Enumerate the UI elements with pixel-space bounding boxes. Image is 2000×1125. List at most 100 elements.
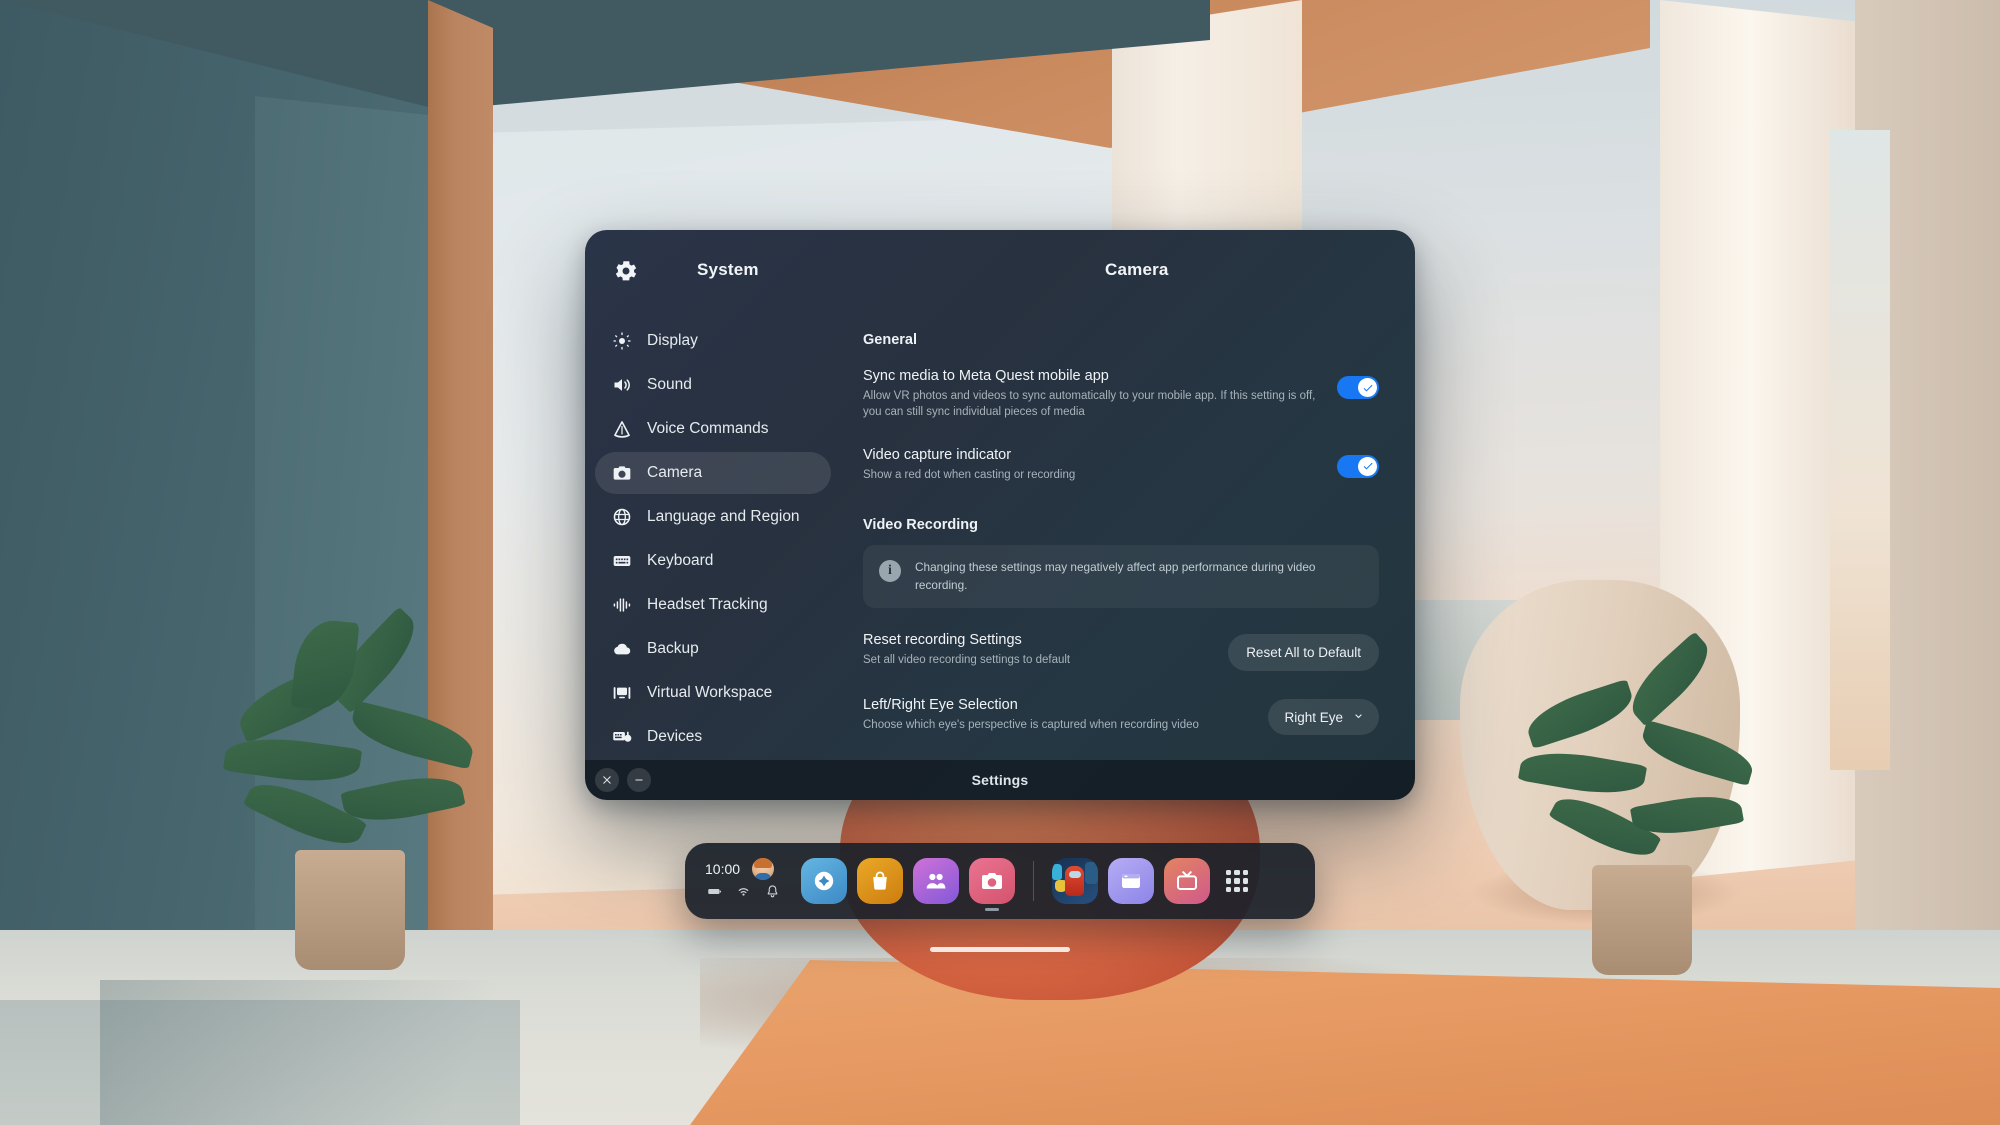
window-footer: Settings: [585, 760, 1415, 800]
section-title-general: General: [863, 332, 917, 348]
setting-text: Reset recording Settings Set all video r…: [863, 632, 1210, 668]
taskbar-dock: 10:00: [685, 843, 1315, 919]
dock-app-explore[interactable]: [801, 858, 847, 904]
dock-status-area: 10:00: [701, 858, 801, 904]
home-indicator-bar[interactable]: [930, 947, 1070, 952]
sidebar-item-backup[interactable]: Backup: [595, 628, 831, 670]
rug: [690, 960, 2000, 1125]
game-char-cyan: [1052, 864, 1062, 880]
cloud-icon: [611, 638, 633, 660]
sidebar-item-virtual-workspace[interactable]: Virtual Workspace: [595, 672, 831, 714]
video-capture-indicator-toggle[interactable]: [1337, 454, 1379, 478]
voice-triangle-icon: [611, 418, 633, 440]
setting-description: Set all video recording settings to defa…: [863, 654, 1071, 667]
sidebar-item-devices[interactable]: Devices: [595, 716, 831, 758]
sidebar-item-display[interactable]: Display: [595, 320, 831, 362]
setting-title: Sync media to Meta Quest mobile app: [863, 368, 1109, 384]
waveform-icon: [611, 594, 633, 616]
minimize-icon[interactable]: [627, 768, 651, 792]
sidebar-item-label: Display: [647, 332, 698, 349]
grid-icon[interactable]: [1216, 860, 1258, 902]
eye-selection-dropdown[interactable]: Right Eye: [1268, 699, 1379, 736]
devices-icon: [611, 726, 633, 748]
info-banner: i Changing these settings may negatively…: [863, 544, 1379, 609]
sidebar-item-voice-commands[interactable]: Voice Commands: [595, 408, 831, 450]
chevron-down-icon: [1352, 709, 1365, 725]
window-header: System Camera: [585, 230, 1415, 308]
dock-app-list: [801, 858, 1210, 911]
section-title-video-recording: Video Recording: [863, 516, 978, 533]
dock-status-icons: [705, 884, 801, 904]
sidebar-item-label: Headset Tracking: [647, 596, 768, 613]
dock-app-game[interactable]: [1052, 858, 1098, 904]
sidebar-item-headset-tracking[interactable]: Headset Tracking: [595, 584, 831, 626]
setting-title: Left/Right Eye Selection: [863, 697, 1018, 714]
game-char-visor: [1069, 871, 1081, 878]
monitor-icon: [611, 682, 633, 704]
dock-divider: [1033, 861, 1034, 901]
plant-right: [1517, 631, 1770, 980]
info-banner-text: Changing these settings may negatively a…: [915, 559, 1316, 592]
dock-clock: 10:00: [705, 861, 741, 877]
close-icon[interactable]: [595, 768, 619, 792]
sidebar-item-label: Camera: [647, 464, 703, 481]
setting-text: Left/Right Eye Selection Choose which ey…: [863, 697, 1250, 733]
speaker-icon: [611, 374, 633, 396]
setting-row-reset-recording: Reset recording Settings Set all video r…: [863, 632, 1379, 672]
info-icon: i: [879, 559, 901, 582]
sync-media-toggle[interactable]: [1337, 376, 1379, 399]
wifi-icon[interactable]: [736, 884, 751, 904]
settings-window: System Camera Display Sound Voice Comman…: [585, 230, 1415, 800]
setting-text: Video capture indicator Show a red dot w…: [863, 447, 1319, 483]
window-body: Display Sound Voice Commands Camera Lang…: [585, 308, 1415, 760]
window-right: [1830, 130, 1890, 770]
dock-app-tv[interactable]: [1164, 858, 1210, 904]
toggle-knob-check-icon: [1358, 456, 1377, 476]
settings-content: General Sync media to Meta Quest mobile …: [841, 308, 1415, 760]
plant-left: [222, 606, 485, 980]
page-title: Camera: [1105, 260, 1169, 279]
sidebar-item-label: Devices: [647, 728, 703, 745]
sidebar-item-language-and-region[interactable]: Language and Region: [595, 496, 831, 538]
setting-description: Choose which eye's perspective is captur…: [863, 719, 1199, 732]
dock-app-store[interactable]: [857, 858, 903, 904]
setting-row-eye-selection: Left/Right Eye Selection Choose which ey…: [863, 697, 1379, 736]
window-footer-title: Settings: [971, 772, 1029, 788]
brightness-icon: [611, 330, 633, 352]
setting-row-video-capture-indicator: Video capture indicator Show a red dot w…: [863, 447, 1379, 483]
setting-row-sync-media: Sync media to Meta Quest mobile app Allo…: [863, 368, 1379, 421]
bell-icon[interactable]: [765, 884, 780, 904]
dock-app-browser[interactable]: [1108, 858, 1154, 904]
reset-all-to-default-button[interactable]: Reset All to Default: [1228, 634, 1379, 672]
sidebar-item-sound[interactable]: Sound: [595, 364, 831, 406]
globe-icon: [611, 506, 633, 528]
sidebar-item-camera[interactable]: Camera: [595, 452, 831, 494]
dock-app-camera[interactable]: [969, 858, 1015, 911]
sidebar-item-keyboard[interactable]: Keyboard: [595, 540, 831, 582]
game-bg-panel: [1085, 862, 1098, 884]
gear-icon: [613, 258, 639, 284]
camera-icon: [611, 462, 633, 484]
floor-shadow-left: [100, 980, 620, 1125]
keyboard-icon: [611, 550, 633, 572]
sidebar-item-label: Voice Commands: [647, 420, 769, 437]
eye-selection-value: Right Eye: [1284, 709, 1343, 725]
app-running-indicator: [985, 908, 999, 911]
sidebar-item-label: Keyboard: [647, 552, 714, 569]
battery-icon[interactable]: [707, 884, 722, 904]
sidebar-item-label: Sound: [647, 376, 692, 393]
toggle-knob-check-icon: [1358, 378, 1377, 397]
setting-description: Allow VR photos and videos to sync autom…: [863, 390, 1316, 419]
dock-app-people[interactable]: [913, 858, 959, 904]
window-controls: [595, 768, 651, 792]
sidebar-item-label: Language and Region: [647, 508, 800, 525]
dock-clock-row: 10:00: [705, 858, 801, 880]
avatar[interactable]: [752, 858, 775, 880]
setting-description: Show a red dot when casting or recording: [863, 468, 1076, 481]
header-system-label: System: [697, 260, 759, 279]
sidebar-item-label: Virtual Workspace: [647, 684, 773, 701]
setting-text: Sync media to Meta Quest mobile app Allo…: [863, 368, 1319, 421]
sidebar: Display Sound Voice Commands Camera Lang…: [585, 308, 841, 760]
setting-title: Video capture indicator: [863, 446, 1012, 463]
setting-title: Reset recording Settings: [863, 632, 1022, 649]
